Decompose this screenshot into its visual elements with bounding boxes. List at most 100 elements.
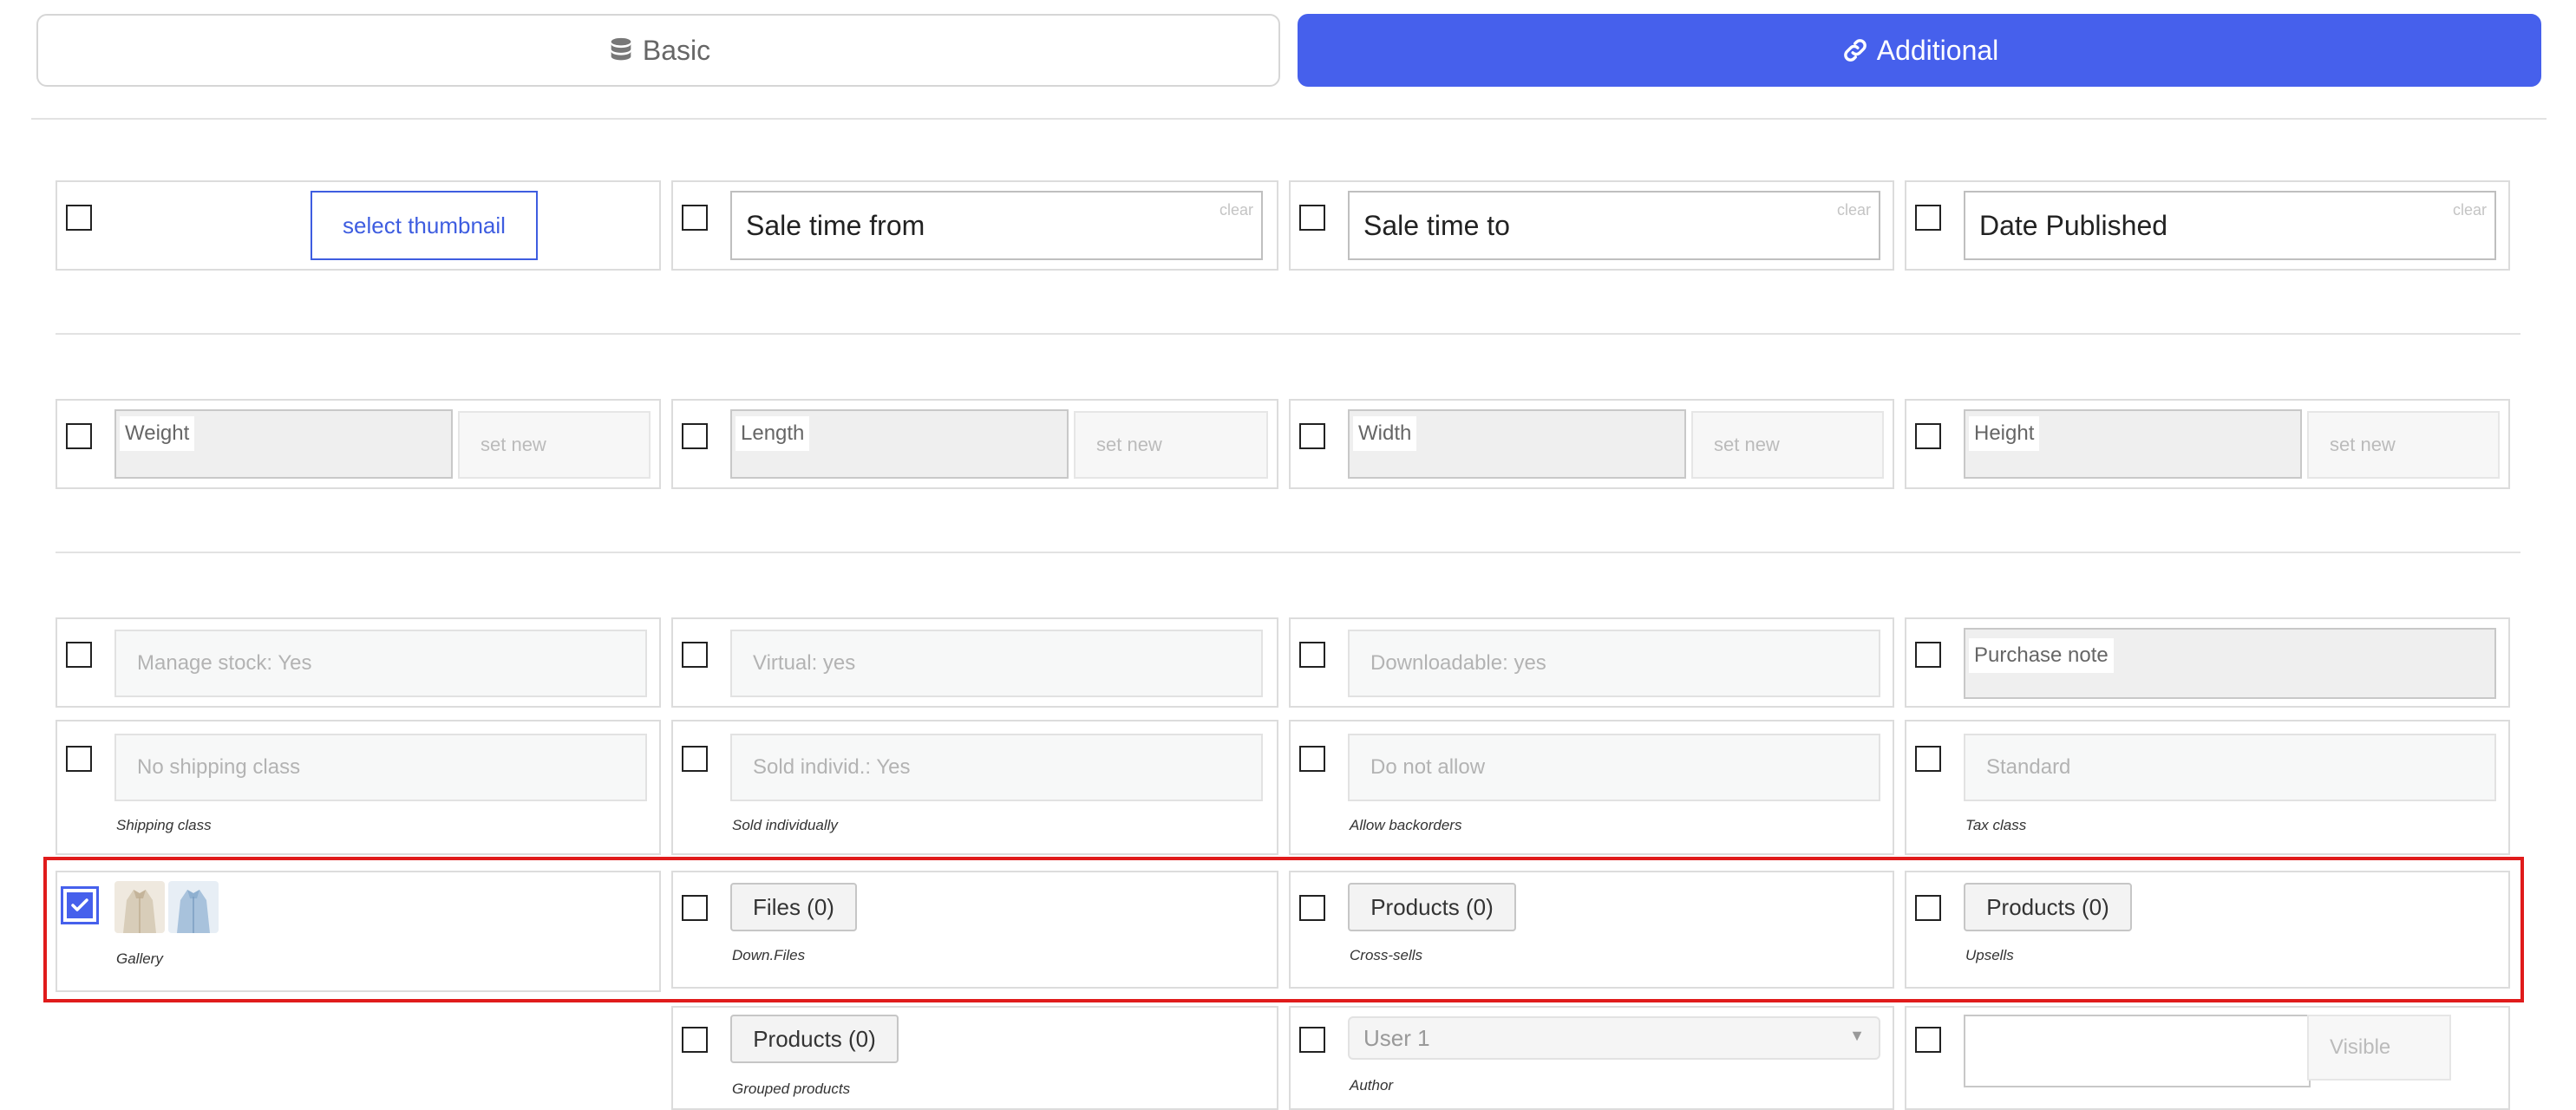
sale-to-cell: Sale time to clear bbox=[1289, 180, 1894, 271]
downloadable-files-checkbox[interactable] bbox=[682, 895, 708, 921]
date-published-cell: Date Published clear bbox=[1905, 180, 2510, 271]
grouped-products-checkbox[interactable] bbox=[682, 1027, 708, 1053]
checkmark-icon bbox=[71, 898, 88, 911]
downloadable-cell: Downloadable: yes bbox=[1289, 617, 1894, 708]
gallery-image-2[interactable] bbox=[168, 881, 219, 933]
author-caption: Author bbox=[1350, 1077, 1394, 1094]
tax-class-caption: Tax class bbox=[1965, 817, 2027, 833]
height-cell: Height set new bbox=[1905, 399, 2510, 489]
grouped-products-cell: Products (0) Grouped products bbox=[671, 1006, 1278, 1110]
sale-to-field[interactable]: Sale time to bbox=[1348, 191, 1880, 260]
cross-sells-checkbox[interactable] bbox=[1299, 895, 1325, 921]
gallery-cell: Gallery bbox=[56, 871, 661, 992]
thumbnail-cell: select thumbnail bbox=[56, 180, 661, 271]
shipping-class-select[interactable]: No shipping class bbox=[114, 734, 647, 801]
length-checkbox[interactable] bbox=[682, 423, 708, 449]
height-checkbox[interactable] bbox=[1915, 423, 1941, 449]
backorders-cell: Do not allow Allow backorders bbox=[1289, 720, 1894, 855]
thumbnail-checkbox[interactable] bbox=[66, 205, 92, 231]
height-set-new[interactable]: set new bbox=[2307, 411, 2500, 479]
width-input[interactable]: Width bbox=[1348, 409, 1686, 479]
weight-cell: Weight set new bbox=[56, 399, 661, 489]
virtual-checkbox[interactable] bbox=[682, 642, 708, 668]
select-thumbnail-button[interactable]: select thumbnail bbox=[311, 191, 538, 260]
sold-individually-checkbox[interactable] bbox=[682, 746, 708, 772]
visibility-cell: Visible bbox=[1905, 1006, 2510, 1110]
date-published-clear[interactable]: clear bbox=[2453, 201, 2487, 219]
purchase-note-label: Purchase note bbox=[1969, 638, 2114, 673]
manage-stock-checkbox[interactable] bbox=[66, 642, 92, 668]
downloadable-select[interactable]: Downloadable: yes bbox=[1348, 630, 1880, 697]
cross-sells-button[interactable]: Products (0) bbox=[1348, 883, 1516, 931]
sale-from-field[interactable]: Sale time from bbox=[730, 191, 1263, 260]
tab-additional-label: Additional bbox=[1876, 34, 1999, 66]
backorders-select[interactable]: Do not allow bbox=[1348, 734, 1880, 801]
author-checkbox[interactable] bbox=[1299, 1027, 1325, 1053]
manage-stock-select[interactable]: Manage stock: Yes bbox=[114, 630, 647, 697]
author-select[interactable]: User 1 ▼ bbox=[1348, 1016, 1880, 1060]
sale-to-label: Sale time to bbox=[1363, 209, 1510, 241]
tab-additional[interactable]: Additional bbox=[1298, 14, 2541, 87]
sold-individually-cell: Sold individ.: Yes Sold individually bbox=[671, 720, 1278, 855]
upsells-checkbox[interactable] bbox=[1915, 895, 1941, 921]
chevron-down-icon: ▼ bbox=[1849, 1027, 1865, 1044]
weight-input[interactable]: Weight bbox=[114, 409, 453, 479]
date-published-field[interactable]: Date Published bbox=[1964, 191, 2496, 260]
grouped-products-button[interactable]: Products (0) bbox=[730, 1015, 899, 1063]
divider bbox=[56, 333, 2520, 335]
tab-basic-label: Basic bbox=[642, 34, 711, 66]
length-label: Length bbox=[736, 416, 810, 451]
visibility-input[interactable] bbox=[1964, 1015, 2311, 1087]
cross-sells-cell: Products (0) Cross-sells bbox=[1289, 871, 1894, 989]
downloadable-files-cell: Files (0) Down.Files bbox=[671, 871, 1278, 989]
sale-to-checkbox[interactable] bbox=[1299, 205, 1325, 231]
tab-basic[interactable]: Basic bbox=[36, 14, 1280, 87]
author-cell: User 1 ▼ Author bbox=[1289, 1006, 1894, 1110]
gallery-caption: Gallery bbox=[116, 950, 163, 967]
length-input[interactable]: Length bbox=[730, 409, 1069, 479]
files-button[interactable]: Files (0) bbox=[730, 883, 857, 931]
width-set-new[interactable]: set new bbox=[1691, 411, 1884, 479]
database-icon bbox=[611, 37, 631, 61]
link-icon bbox=[1843, 39, 1867, 62]
downloadable-files-caption: Down.Files bbox=[732, 947, 806, 963]
sale-from-cell: Sale time from clear bbox=[671, 180, 1278, 271]
weight-checkbox[interactable] bbox=[66, 423, 92, 449]
length-cell: Length set new bbox=[671, 399, 1278, 489]
weight-set-new[interactable]: set new bbox=[458, 411, 651, 479]
tax-class-cell: Standard Tax class bbox=[1905, 720, 2510, 855]
tax-class-checkbox[interactable] bbox=[1915, 746, 1941, 772]
divider bbox=[56, 552, 2520, 553]
tax-class-select[interactable]: Standard bbox=[1964, 734, 2496, 801]
purchase-note-cell: Purchase note bbox=[1905, 617, 2510, 708]
upsells-cell: Products (0) Upsells bbox=[1905, 871, 2510, 989]
width-cell: Width set new bbox=[1289, 399, 1894, 489]
width-label: Width bbox=[1353, 416, 1417, 451]
height-label: Height bbox=[1969, 416, 2040, 451]
purchase-note-input[interactable]: Purchase note bbox=[1964, 628, 2496, 699]
visibility-checkbox[interactable] bbox=[1915, 1027, 1941, 1053]
date-published-label: Date Published bbox=[1979, 209, 2168, 241]
visibility-select[interactable]: Visible bbox=[2307, 1015, 2451, 1081]
sale-from-checkbox[interactable] bbox=[682, 205, 708, 231]
sale-to-clear[interactable]: clear bbox=[1837, 201, 1871, 219]
shipping-class-checkbox[interactable] bbox=[66, 746, 92, 772]
sold-individually-select[interactable]: Sold individ.: Yes bbox=[730, 734, 1263, 801]
author-value: User 1 bbox=[1363, 1024, 1430, 1051]
length-set-new[interactable]: set new bbox=[1074, 411, 1268, 479]
weight-label: Weight bbox=[120, 416, 195, 451]
upsells-caption: Upsells bbox=[1965, 947, 2014, 963]
height-input[interactable]: Height bbox=[1964, 409, 2302, 479]
upsells-button[interactable]: Products (0) bbox=[1964, 883, 2132, 931]
backorders-checkbox[interactable] bbox=[1299, 746, 1325, 772]
gallery-checkbox[interactable] bbox=[61, 886, 99, 924]
downloadable-checkbox[interactable] bbox=[1299, 642, 1325, 668]
shipping-class-cell: No shipping class Shipping class bbox=[56, 720, 661, 855]
purchase-note-checkbox[interactable] bbox=[1915, 642, 1941, 668]
gallery-image-1[interactable] bbox=[114, 881, 165, 933]
sale-from-clear[interactable]: clear bbox=[1219, 201, 1253, 219]
date-published-checkbox[interactable] bbox=[1915, 205, 1941, 231]
width-checkbox[interactable] bbox=[1299, 423, 1325, 449]
virtual-select[interactable]: Virtual: yes bbox=[730, 630, 1263, 697]
divider bbox=[31, 118, 2547, 120]
